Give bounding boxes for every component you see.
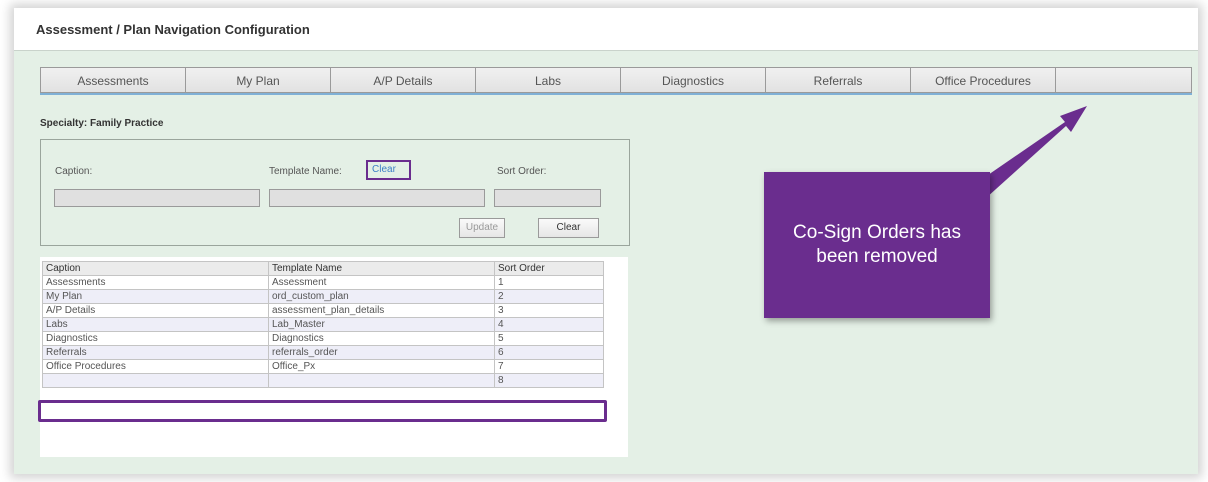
annotation-callout: Co-Sign Orders has been removed xyxy=(764,172,990,318)
annotation-arrow xyxy=(972,106,1087,198)
config-window: Assessment / Plan Navigation Configurati… xyxy=(14,8,1198,474)
